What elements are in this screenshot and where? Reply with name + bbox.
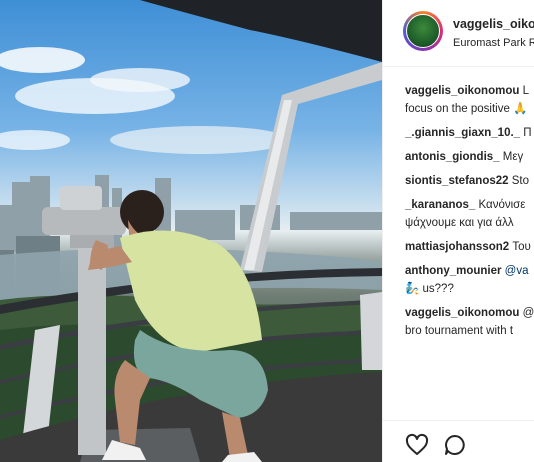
comment-username[interactable]: mattiasjohansson2 — [405, 241, 509, 253]
comment-text: L — [519, 85, 529, 97]
comment-item: siontis_stefanos22 Sto — [405, 172, 534, 190]
comment-text-line2: ψάχνουμε και για άλλ — [405, 217, 514, 229]
comment-text: Π — [520, 127, 532, 139]
comment-text: Κανόνισε — [475, 199, 526, 211]
comment-username[interactable]: _karananos_ — [405, 199, 475, 211]
comment-list: vaggelis_oikonomou L focus on the positi… — [405, 82, 534, 340]
comment-item: vaggelis_oikonomou @ — [405, 304, 534, 322]
comment-item: anthony_mounier @va — [405, 262, 534, 280]
comment-text: Sto — [508, 175, 530, 187]
comment-bubble-icon[interactable] — [443, 433, 467, 457]
post-header: vaggelis_oikonomou Euromast Park R — [383, 0, 534, 67]
comment-item: _.giannis_giaxn_10._ Π — [405, 124, 534, 142]
comment-item: mattiasjohansson2 Του — [405, 238, 534, 256]
comment-username[interactable]: vaggelis_oikonomou — [405, 85, 519, 97]
comment-item: vaggelis_oikonomou L — [405, 82, 534, 100]
post-location[interactable]: Euromast Park R — [453, 37, 534, 49]
comment-text: Μεγ — [499, 151, 524, 163]
comment-text-line2: focus on the positive 🙏 — [405, 103, 528, 115]
comment-text: @ — [519, 307, 534, 319]
photo-illustration — [0, 0, 382, 462]
comment-text: Του — [509, 241, 531, 253]
avatar[interactable] — [403, 11, 443, 51]
comment-text-line2: 🧞 us??? — [405, 283, 454, 295]
comment-username[interactable]: anthony_mounier — [405, 265, 501, 277]
comment-item: antonis_giondis_ Μεγ — [405, 148, 534, 166]
post-photo[interactable] — [0, 0, 382, 462]
post-side-panel: vaggelis_oikonomou Euromast Park R vagge… — [382, 0, 534, 462]
comment-text-line2: bro tournament with t — [405, 325, 514, 337]
comment-mention[interactable]: @va — [501, 265, 529, 277]
instagram-post: vaggelis_oikonomou Euromast Park R vagge… — [0, 0, 534, 462]
comment-username[interactable]: antonis_giondis_ — [405, 151, 500, 163]
heart-icon[interactable] — [405, 433, 429, 457]
action-bar — [383, 420, 534, 462]
comment-username[interactable]: _.giannis_giaxn_10._ — [405, 127, 520, 139]
post-username[interactable]: vaggelis_oikonomou — [453, 17, 534, 31]
comment-item: _karananos_ Κανόνισε — [405, 196, 534, 214]
comment-username[interactable]: vaggelis_oikonomou — [405, 307, 519, 319]
comment-username[interactable]: siontis_stefanos22 — [405, 175, 509, 187]
avatar-image — [406, 14, 440, 48]
